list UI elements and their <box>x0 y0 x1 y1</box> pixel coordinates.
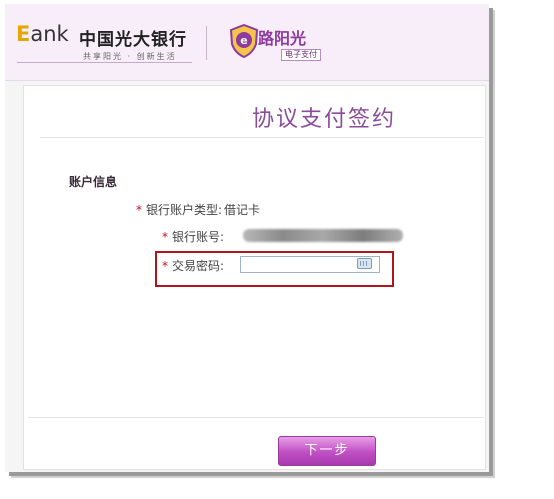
required-mark: * <box>136 203 142 217</box>
header-divider <box>206 26 207 60</box>
account-number-redacted <box>243 229 403 242</box>
title-divider <box>40 137 484 138</box>
window-shadow-right <box>489 14 495 476</box>
brand-subtitle: 电子支付 <box>281 49 321 61</box>
account-type-label: 银行账户类型: <box>146 203 223 217</box>
ebank-logo-text: ank <box>30 22 69 46</box>
account-number-row: * 银行账号: <box>162 228 224 245</box>
account-number-label: 银行账号: <box>172 230 225 244</box>
footer-divider <box>28 417 484 418</box>
account-type-value: 借记卡 <box>224 203 261 217</box>
e-shield-icon: e <box>229 24 259 58</box>
keyboard-icon[interactable] <box>357 258 372 269</box>
logo-underline <box>17 62 192 63</box>
brand-name: 路阳光 <box>258 29 307 48</box>
account-type-row: * 银行账户类型: 借记卡 <box>136 201 260 218</box>
bank-name: 中国光大银行 <box>79 30 187 50</box>
ebank-logo-e: E <box>16 22 31 46</box>
required-mark: * <box>162 259 168 273</box>
next-button[interactable]: 下一步 <box>278 436 376 466</box>
svg-text:e: e <box>240 34 247 47</box>
password-label: 交易密码: <box>172 259 225 273</box>
password-row: * 交易密码: <box>162 257 224 274</box>
bank-slogan: 共享阳光 · 创新生活 <box>83 52 177 61</box>
window-shadow-bottom <box>12 472 495 478</box>
page-title: 协议支付签约 <box>252 107 397 132</box>
section-title: 账户信息 <box>69 175 118 189</box>
ebank-logo: Eank <box>16 22 69 46</box>
required-mark: * <box>162 230 168 244</box>
